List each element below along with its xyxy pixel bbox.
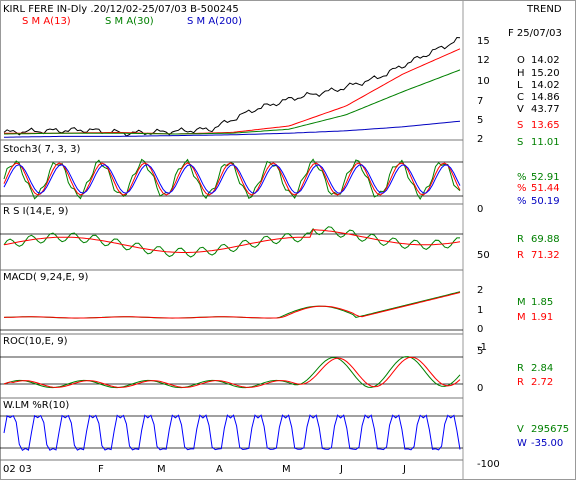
readout-label: H bbox=[517, 68, 525, 79]
axis-tick-label: 5 bbox=[477, 346, 483, 357]
sma-line-0 bbox=[4, 48, 461, 135]
legend-sma30: S M A(30) bbox=[105, 16, 154, 27]
readout-label: R bbox=[517, 377, 524, 388]
readout-value: 14.02 bbox=[531, 80, 560, 91]
legend-sma13: S M A(13) bbox=[22, 16, 71, 27]
axis-tick-label: 2 bbox=[477, 134, 483, 145]
readout-label: % bbox=[517, 196, 527, 207]
readout-value: 13.65 bbox=[531, 120, 560, 131]
axis-tick-label: 50 bbox=[477, 250, 490, 261]
chart-title: KIRL FERE IN-Dly .20/12/02-25/07/03 B-50… bbox=[3, 4, 239, 15]
sma-line-1 bbox=[4, 69, 461, 135]
readout-value: 2.84 bbox=[531, 363, 553, 374]
x-axis-label: M bbox=[282, 464, 291, 475]
series-lines bbox=[3, 36, 461, 452]
axis-tick-label: 2 bbox=[477, 285, 483, 296]
readout-label: M bbox=[517, 312, 526, 323]
readout-label: R bbox=[517, 250, 524, 261]
panel-separators bbox=[0, 139, 463, 461]
roc-line bbox=[3, 356, 461, 389]
readout-value: 1.85 bbox=[531, 297, 553, 308]
axis-tick-label: 15 bbox=[477, 36, 490, 47]
axis-tick-label: 0 bbox=[477, 204, 483, 215]
readout-label: O bbox=[517, 55, 525, 66]
readout-value: 51.44 bbox=[531, 183, 560, 194]
readout-value: 14.86 bbox=[531, 92, 560, 103]
chart-frame: KIRL FERE IN-Dly .20/12/02-25/07/03 B-50… bbox=[0, 0, 576, 480]
axis-tick-label: 12 bbox=[477, 55, 490, 66]
williams-r-line bbox=[3, 414, 461, 452]
readout-label: R bbox=[517, 234, 524, 245]
axis-ticks: 151210752050210-150-100 bbox=[477, 36, 500, 470]
axis-tick-label: 1 bbox=[477, 305, 483, 316]
readout-label: S bbox=[517, 137, 523, 148]
axis-tick-label: -100 bbox=[477, 459, 500, 470]
readout-label: L bbox=[517, 80, 523, 91]
trend-label: TREND bbox=[526, 4, 562, 15]
readout-value: 2.72 bbox=[531, 377, 553, 388]
readout-label: V bbox=[517, 424, 524, 435]
readout-label: % bbox=[517, 172, 527, 183]
readout-value: 43.77 bbox=[531, 104, 560, 115]
indicator-readouts: O 14.02 H 15.20 L 14.02 C 14.86 V 43.77 S 13.65 S 11.… bbox=[517, 55, 569, 449]
readout-value: 69.88 bbox=[531, 234, 560, 245]
readout-value: 52.91 bbox=[531, 172, 560, 183]
price-line bbox=[3, 36, 461, 137]
price-date: F 25/07/03 bbox=[508, 28, 562, 39]
outer-border bbox=[0, 0, 576, 480]
roc-title: ROC(10,E, 9) bbox=[3, 336, 68, 347]
x-axis-label: A bbox=[216, 464, 223, 475]
axis-tick-label: 5 bbox=[477, 115, 483, 126]
readout-value: 50.19 bbox=[531, 196, 560, 207]
sma-line-2 bbox=[4, 120, 461, 138]
readout-value: 1.91 bbox=[531, 312, 553, 323]
x-axis-label: J bbox=[402, 464, 406, 475]
rsi-title: R S I(14,E, 9) bbox=[3, 206, 68, 217]
macd-line bbox=[3, 291, 461, 319]
readout-label: S bbox=[517, 120, 523, 131]
readout-value: 14.02 bbox=[531, 55, 560, 66]
axis-tick-label: 0 bbox=[477, 324, 483, 335]
x-axis-label: M bbox=[157, 464, 166, 475]
readout-value: 295675 bbox=[531, 424, 569, 435]
legend-sma200: S M A(200) bbox=[187, 16, 242, 27]
x-axis-label: F bbox=[98, 464, 104, 475]
x-axis-label: J bbox=[339, 464, 343, 475]
x-axis-label: 02 bbox=[3, 464, 16, 475]
readout-label: R bbox=[517, 363, 524, 374]
readout-label: M bbox=[517, 297, 526, 308]
axis-tick-label: 7 bbox=[477, 96, 483, 107]
readout-value: 15.20 bbox=[531, 68, 560, 79]
readout-value: 71.32 bbox=[531, 250, 560, 261]
stoch-title: Stoch3( 7, 3, 3) bbox=[3, 144, 80, 155]
macd-signal-line bbox=[3, 292, 461, 319]
readout-value: -35.00 bbox=[531, 438, 563, 449]
readout-label: V bbox=[517, 104, 524, 115]
axis-tick-label: 10 bbox=[477, 76, 490, 87]
readout-label: C bbox=[517, 92, 524, 103]
axis-tick-label: 0 bbox=[477, 383, 483, 394]
wlm-title: W.LM %R(10) bbox=[3, 400, 69, 411]
readout-label: W bbox=[517, 438, 527, 449]
macd-title: MACD( 9,24,E, 9) bbox=[3, 272, 89, 283]
x-axis-labels: 02 03 F M A M J J bbox=[3, 464, 406, 475]
x-axis-label: 03 bbox=[19, 464, 32, 475]
readout-label: % bbox=[517, 183, 527, 194]
readout-value: 11.01 bbox=[531, 137, 560, 148]
